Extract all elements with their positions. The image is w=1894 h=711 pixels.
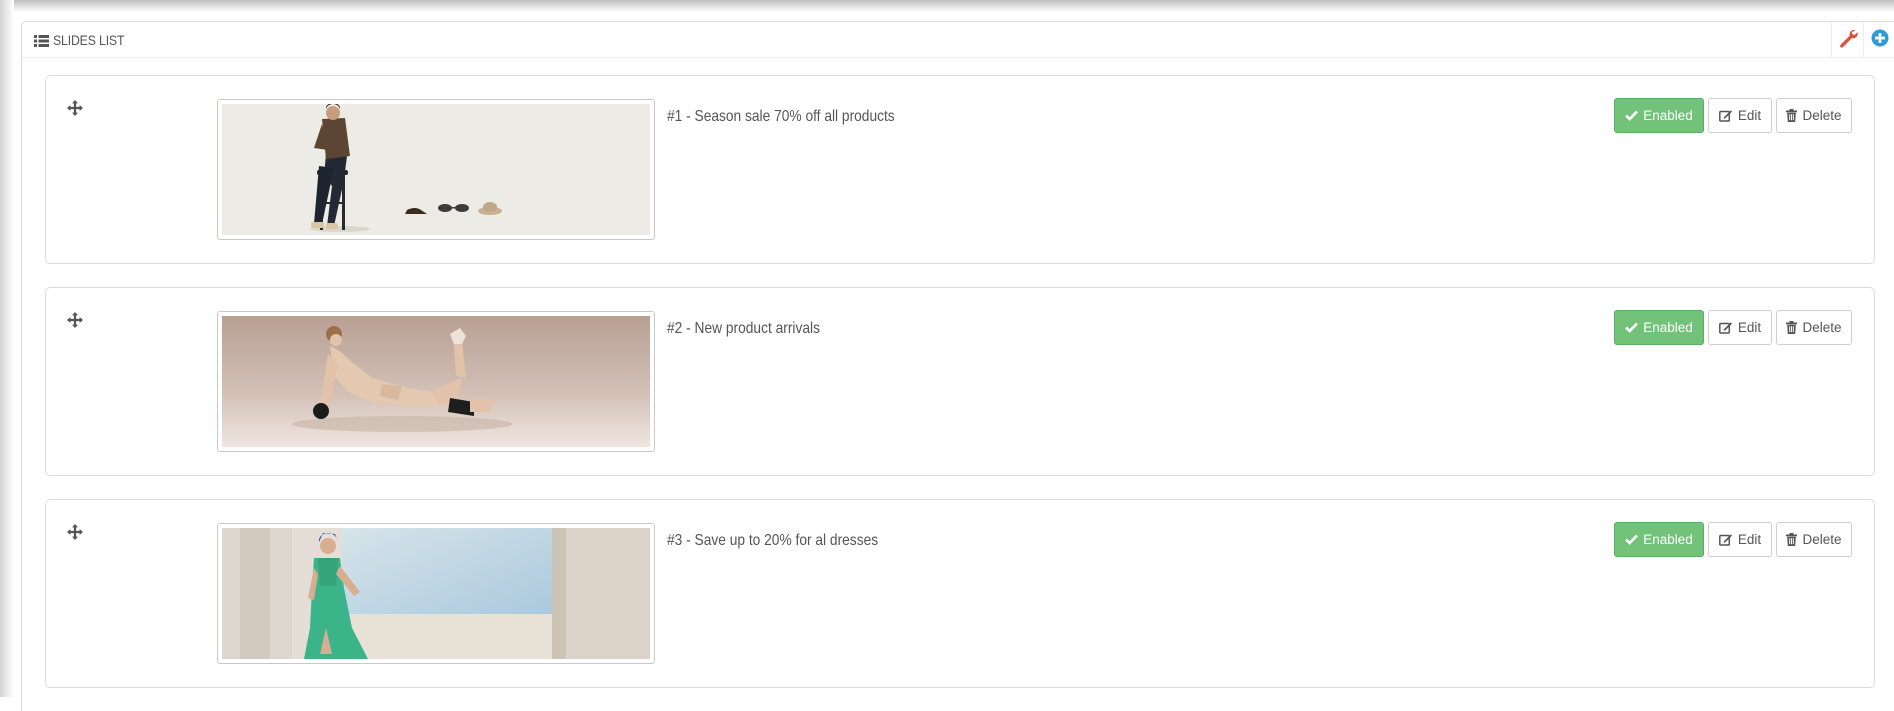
move-icon[interactable]	[67, 100, 83, 121]
list-icon	[34, 34, 49, 52]
plus-circle-icon	[1871, 29, 1889, 52]
slide-thumbnail	[217, 311, 655, 452]
slide-thumbnail	[217, 523, 655, 664]
enabled-label: Enabled	[1643, 320, 1693, 335]
trash-icon	[1786, 321, 1798, 334]
slide-item: #2 - New product arrivals Enabled Edit D…	[45, 287, 1875, 476]
slide-title: #1 - Season sale 70% off all products	[667, 108, 895, 125]
check-icon	[1625, 110, 1639, 121]
enabled-toggle-button[interactable]: Enabled	[1614, 522, 1704, 557]
edit-button[interactable]: Edit	[1708, 310, 1772, 345]
slide-thumbnail	[217, 99, 655, 240]
enabled-label: Enabled	[1643, 532, 1693, 547]
slide-item: #3 - Save up to 20% for al dresses Enabl…	[45, 499, 1875, 688]
add-new-button[interactable]	[1863, 22, 1894, 58]
slide-title: #2 - New product arrivals	[667, 320, 820, 337]
delete-button[interactable]: Delete	[1776, 522, 1852, 557]
edit-icon	[1718, 322, 1732, 334]
trash-icon	[1786, 533, 1798, 546]
window-left-shadow	[0, 0, 14, 697]
panel-heading: SLIDES LIST	[22, 22, 1894, 58]
edit-label: Edit	[1737, 320, 1762, 335]
slide-title: #3 - Save up to 20% for al dresses	[667, 532, 879, 549]
edit-button[interactable]: Edit	[1708, 522, 1772, 557]
delete-label: Delete	[1802, 320, 1842, 335]
panel-title: SLIDES LIST	[53, 32, 125, 48]
configure-button[interactable]	[1831, 22, 1863, 58]
delete-button[interactable]: Delete	[1776, 310, 1852, 345]
slide-item: #1 - Season sale 70% off all products En…	[45, 75, 1875, 264]
delete-button[interactable]: Delete	[1776, 98, 1852, 133]
delete-label: Delete	[1802, 108, 1842, 123]
edit-label: Edit	[1737, 532, 1762, 547]
trash-icon	[1786, 109, 1798, 122]
edit-button[interactable]: Edit	[1708, 98, 1772, 133]
move-icon[interactable]	[67, 312, 83, 333]
delete-label: Delete	[1802, 532, 1842, 547]
check-icon	[1625, 534, 1639, 545]
enabled-toggle-button[interactable]: Enabled	[1614, 98, 1704, 133]
wrench-icon	[1838, 28, 1858, 53]
enabled-label: Enabled	[1643, 108, 1693, 123]
edit-icon	[1718, 534, 1732, 546]
move-icon[interactable]	[67, 524, 83, 545]
check-icon	[1625, 322, 1639, 333]
edit-label: Edit	[1737, 108, 1762, 123]
enabled-toggle-button[interactable]: Enabled	[1614, 310, 1704, 345]
edit-icon	[1718, 110, 1732, 122]
window-top-shadow	[0, 0, 1894, 12]
